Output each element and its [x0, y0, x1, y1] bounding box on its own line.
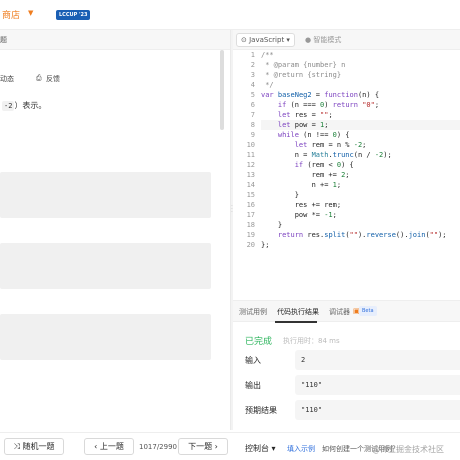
- line-gutter: 1 2 3 4 5 6 7 8 9 10 11 12 13 14 15 16 1…: [233, 50, 255, 250]
- lccup-badge[interactable]: LCCUP '23: [56, 10, 91, 20]
- watermark: @稀土掘金技术社区: [372, 445, 444, 454]
- code-line: }: [261, 221, 283, 229]
- code-line: while (n !== 0) {: [277, 131, 350, 139]
- beta-badge: Beta: [359, 306, 377, 316]
- description-text: ）表示。: [14, 101, 47, 110]
- random-label: 随机一题: [22, 442, 55, 451]
- content-placeholder: [0, 243, 211, 289]
- result-panel-tabs: 测试用例 代码执行结果 调试器 ▣ Beta: [233, 300, 460, 323]
- left-panel-tabs: 题: [0, 30, 230, 50]
- language-label: JavaScript: [249, 36, 285, 44]
- shuffle-icon: ⤨: [13, 442, 20, 451]
- line-number: 5: [250, 91, 255, 99]
- code-line: */: [261, 81, 274, 89]
- line-number: 7: [250, 111, 255, 119]
- tab-debugger[interactable]: 调试器: [329, 307, 350, 317]
- next-label: 下一题: [188, 442, 213, 451]
- top-bar: 商店 ▼ LCCUP '23: [0, 0, 460, 30]
- code-line: let pow = 1;: [261, 120, 460, 130]
- code-line: return res.split("").reverse().join("");: [277, 231, 447, 239]
- next-question-button[interactable]: 下一题 ›: [178, 438, 228, 455]
- store-link[interactable]: 商店: [2, 8, 20, 21]
- editor-toolbar: ⊙ JavaScript ▾ ● 智能模式: [233, 30, 460, 50]
- content-placeholder: [0, 172, 211, 218]
- feedback-icon[interactable]: ⎙: [36, 74, 42, 83]
- smart-mode-label: 智能模式: [313, 36, 342, 44]
- code-line: var baseNeg2 = function(n) {: [261, 91, 380, 99]
- code-line: let rem = n % -2;: [294, 141, 367, 149]
- fill-sample-link[interactable]: 填入示例: [287, 444, 315, 454]
- line-number: 11: [246, 151, 255, 159]
- code-line: /**: [261, 51, 274, 59]
- expected-value: "110": [295, 400, 460, 420]
- line-number: 17: [246, 211, 255, 219]
- chevron-right-icon: ›: [214, 442, 218, 451]
- result-status: 已完成: [245, 337, 273, 347]
- question-counter: 1017/2990: [139, 443, 177, 451]
- code-lines[interactable]: /** * @param {number} n * @return {strin…: [261, 50, 460, 250]
- prev-question-button[interactable]: ‹ 上一题: [84, 438, 134, 455]
- input-label: 输入: [245, 356, 261, 365]
- random-question-button[interactable]: ⤨ 随机一题: [4, 438, 64, 455]
- prev-label: 上一题: [99, 442, 124, 451]
- line-number: 12: [246, 161, 255, 169]
- line-number: 9: [250, 131, 255, 139]
- code-line: let res = "";: [277, 111, 333, 119]
- content-placeholder: [0, 314, 211, 360]
- code-line: pow *= -1;: [261, 211, 337, 219]
- code-line: n += 1;: [261, 181, 342, 189]
- line-number: 18: [246, 221, 255, 229]
- code-line: if (n === 0) return "0";: [277, 101, 380, 109]
- execution-time: 执行用时：84 ms: [283, 337, 340, 345]
- line-number: 10: [246, 141, 255, 149]
- language-select[interactable]: ⊙ JavaScript ▾: [236, 33, 295, 47]
- feedback-link[interactable]: 反馈: [46, 74, 60, 84]
- line-number: 19: [246, 231, 255, 239]
- line-number: 6: [250, 101, 255, 109]
- line-number: 2: [250, 61, 255, 69]
- output-value: "110": [295, 375, 460, 395]
- line-number: 14: [246, 181, 255, 189]
- code-line: };: [261, 241, 270, 249]
- input-value: 2: [295, 350, 460, 370]
- line-number: 1: [250, 51, 255, 59]
- console-toggle[interactable]: 控制台 ▾: [245, 443, 276, 454]
- inline-code: -2: [2, 101, 15, 111]
- output-label: 输出: [245, 381, 261, 390]
- code-line: * @return {string}: [261, 71, 342, 79]
- tab-test-cases[interactable]: 测试用例: [239, 307, 267, 317]
- smart-mode-toggle[interactable]: ● 智能模式: [305, 35, 341, 45]
- expected-label: 预期结果: [245, 406, 277, 415]
- scrollbar[interactable]: [220, 50, 224, 130]
- line-number: 3: [250, 71, 255, 79]
- code-line: * @param {number} n: [261, 61, 346, 69]
- chevron-left-icon: ‹: [94, 442, 98, 451]
- console-label: 控制台: [245, 444, 269, 453]
- line-number: 20: [246, 241, 255, 249]
- code-editor[interactable]: 1 2 3 4 5 6 7 8 9 10 11 12 13 14 15 16 1…: [233, 50, 460, 300]
- problem-description: -2 ）表示。: [2, 100, 46, 111]
- line-number: 15: [246, 191, 255, 199]
- line-number: 16: [246, 201, 255, 209]
- line-number: 4: [250, 81, 255, 89]
- activity-link[interactable]: 动态: [0, 74, 14, 84]
- code-line: if (rem < 0) {: [294, 161, 354, 169]
- left-toolbar: 动态 ⎙ 反馈: [0, 68, 230, 88]
- line-number: 8: [250, 121, 255, 129]
- tab-execution-result[interactable]: 代码执行结果: [277, 307, 319, 317]
- code-line: }: [261, 191, 299, 199]
- code-line: n = Math.trunc(n / -2);: [261, 151, 392, 159]
- active-tab-indicator: [275, 321, 317, 323]
- code-line: rem += 2;: [261, 171, 350, 179]
- line-number: 13: [246, 171, 255, 179]
- chevron-down-icon[interactable]: ▼: [28, 9, 33, 17]
- tab-solutions[interactable]: 题: [0, 35, 7, 45]
- code-line: res += rem;: [261, 201, 342, 209]
